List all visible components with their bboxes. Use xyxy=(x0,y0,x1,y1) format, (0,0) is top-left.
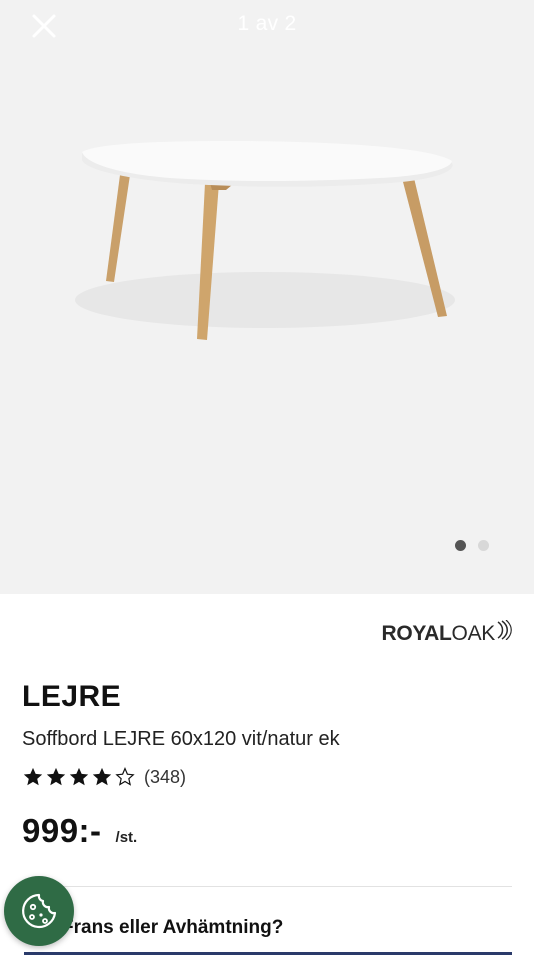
product-price: 999:- /st. xyxy=(22,812,137,850)
image-counter: 1 av 2 xyxy=(237,12,297,35)
delivery-option-row[interactable]: Frans eller Avhämtning? xyxy=(0,904,534,960)
gallery-pagination xyxy=(455,540,489,551)
brand-name-light: OAK xyxy=(451,622,496,645)
price-unit: /st. xyxy=(115,829,138,846)
royal-oak-waves-icon xyxy=(497,620,512,640)
review-count[interactable]: (348) xyxy=(144,767,186,788)
pagination-dot-2[interactable] xyxy=(478,540,489,551)
star-filled-icon xyxy=(46,767,66,786)
product-info: ROYAL OAK LEJRE Soffbord LEJRE 60x120 vi… xyxy=(0,594,534,960)
pagination-dot-1[interactable] xyxy=(455,540,466,551)
divider xyxy=(22,886,512,887)
brand-logo: ROYAL OAK xyxy=(381,620,512,646)
price-value: 999:- xyxy=(22,812,102,849)
delivery-underline xyxy=(24,952,512,955)
star-rating xyxy=(22,766,136,788)
star-filled-icon xyxy=(92,767,112,786)
star-filled-icon xyxy=(23,767,43,786)
product-subtitle: Soffbord LEJRE 60x120 vit/natur ek xyxy=(22,728,340,750)
star-filled-icon xyxy=(69,767,89,786)
product-image xyxy=(75,141,455,340)
cookie-settings-button[interactable] xyxy=(4,876,74,946)
cookie-icon xyxy=(22,893,57,929)
image-gallery[interactable]: 1 av 2 xyxy=(0,0,534,594)
star-outline-icon xyxy=(115,767,135,786)
delivery-option-label: Frans eller Avhämtning? xyxy=(62,917,284,938)
product-rating[interactable]: (348) xyxy=(22,766,186,788)
brand-name-bold: ROYAL xyxy=(381,622,452,645)
product-title: LEJRE xyxy=(22,680,122,713)
